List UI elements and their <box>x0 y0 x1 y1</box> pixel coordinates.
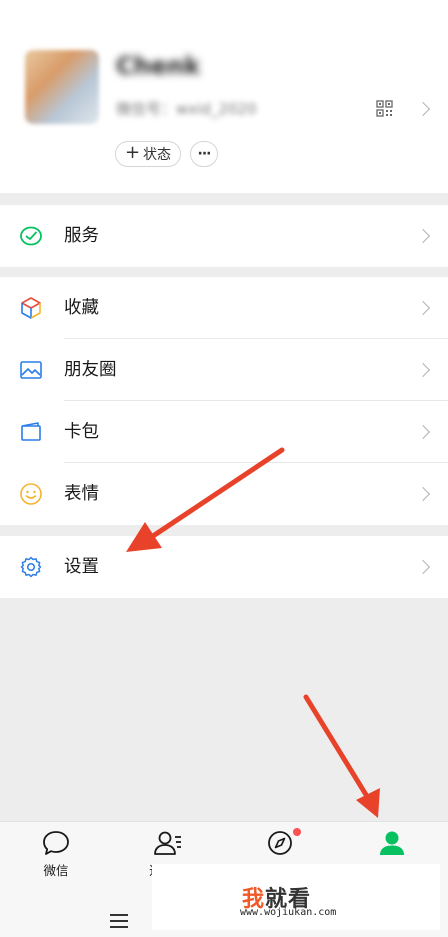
wechat-id: 微信号：wxid_2020 <box>116 100 257 118</box>
avatar[interactable] <box>25 50 99 124</box>
menu-icon[interactable] <box>110 914 128 928</box>
profile-header[interactable]: Chenk 微信号：wxid_2020 + 状态 ··· <box>0 0 448 193</box>
menu-item-cards[interactable]: 卡包 <box>0 401 448 463</box>
tab-chats[interactable]: 微信 <box>0 822 112 882</box>
person-icon <box>380 831 404 855</box>
menu-label-cards: 卡包 <box>64 422 99 442</box>
chevron-right-icon <box>415 486 431 502</box>
chevron-right-icon <box>415 300 431 316</box>
chevron-right-icon <box>415 559 431 575</box>
features-group: 收藏 朋友圈 卡包 表情 <box>0 277 448 525</box>
service-icon <box>20 226 42 246</box>
watermark: 我就看 www.wojiukan.com <box>152 864 440 930</box>
smiley-icon <box>20 483 42 505</box>
menu-item-favorites[interactable]: 收藏 <box>0 277 448 339</box>
gear-icon <box>20 556 42 578</box>
menu-label-stickers: 表情 <box>64 484 99 504</box>
chevron-right-icon <box>415 424 431 440</box>
contacts-icon <box>154 831 181 855</box>
cube-icon <box>21 297 41 319</box>
menu-item-settings[interactable]: 设置 <box>0 536 448 598</box>
qr-code-icon[interactable] <box>376 100 393 117</box>
menu-label-service: 服务 <box>64 226 99 246</box>
settings-group: 设置 <box>0 536 448 598</box>
notification-badge <box>293 828 301 836</box>
menu-item-service[interactable]: 服务 <box>0 205 448 267</box>
arrow-to-me-tab <box>303 694 380 818</box>
wallet-icon <box>21 422 41 441</box>
menu-label-favorites: 收藏 <box>64 298 99 318</box>
chevron-right-icon <box>415 101 431 117</box>
tab-label-chats: 微信 <box>43 863 69 878</box>
compass-icon <box>268 831 292 855</box>
menu-item-moments[interactable]: 朋友圈 <box>0 339 448 401</box>
nickname: Chenk <box>116 52 201 80</box>
service-group: 服务 <box>0 205 448 267</box>
picture-icon <box>20 361 42 379</box>
status-label: 状态 <box>143 147 172 163</box>
menu-item-stickers[interactable]: 表情 <box>0 463 448 525</box>
watermark-url: www.wojiukan.com <box>240 907 337 918</box>
menu-label-moments: 朋友圈 <box>64 360 117 380</box>
status-button[interactable]: + 状态 <box>115 141 181 167</box>
chevron-right-icon <box>415 228 431 244</box>
chat-icon <box>43 831 69 855</box>
menu-label-settings: 设置 <box>64 557 99 577</box>
more-button[interactable]: ··· <box>190 141 218 167</box>
chevron-right-icon <box>415 362 431 378</box>
plus-icon: + <box>124 142 141 163</box>
